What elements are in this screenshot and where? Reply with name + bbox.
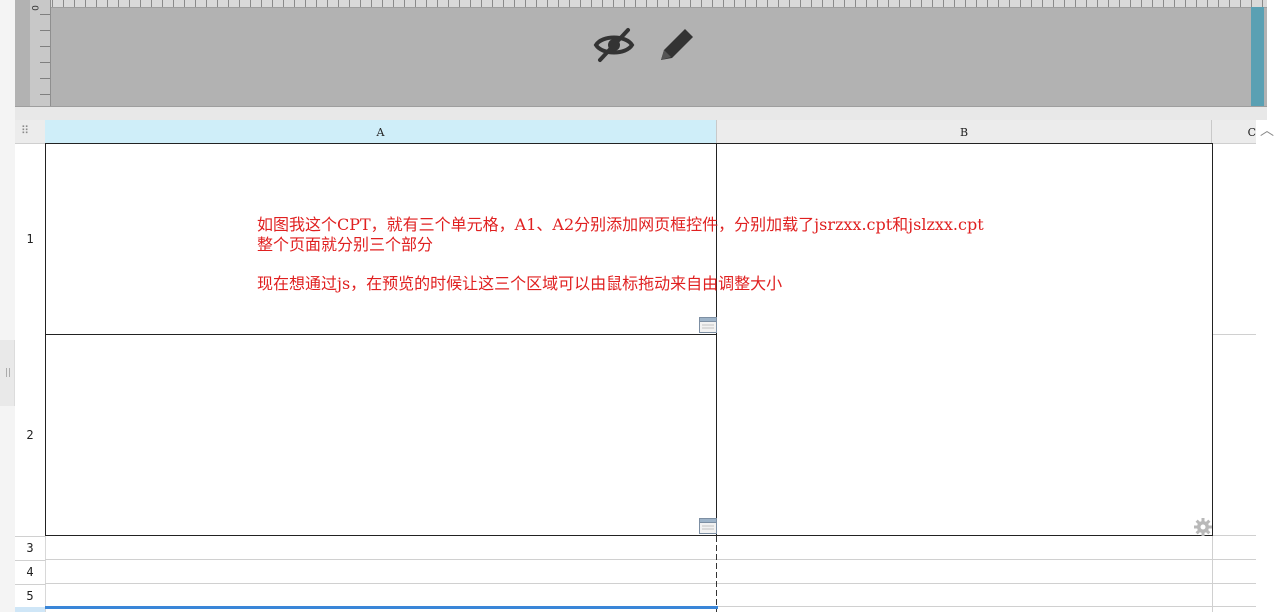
page-header-area [15,0,1267,107]
pencil-icon[interactable] [655,24,699,66]
eye-slash-icon[interactable] [592,24,636,66]
row-header-5[interactable]: 5 [15,584,46,607]
scroll-up-button[interactable]: ︿ [1256,121,1278,141]
column-header-a[interactable]: A [45,120,717,144]
selected-cell-a6[interactable] [45,606,718,612]
gear-icon[interactable] [1193,517,1213,537]
row-header-2[interactable]: 2 [15,335,46,535]
grid-dots-icon: ⠿ [21,124,29,137]
grid-line [1213,334,1256,335]
page-break-line [716,536,717,612]
ruler-zero-label: 0 [28,5,39,11]
row-header-4[interactable]: 4 [15,560,46,584]
annotation-line-1: 如图我这个CPT，就有三个单元格，A1、A2分别添加网页框控件，分别加载了jsr… [257,215,984,234]
grid-line [45,559,1256,560]
vertical-ruler [30,0,51,107]
annotation-line-3: 现在想通过js，在预览的时候让这三个区域可以由鼠标拖动来自由调整大小 [257,274,783,293]
left-strip [0,0,15,612]
sidebar-collapse-handle[interactable]: || [0,340,15,406]
column-header-c[interactable]: C [1212,120,1257,144]
header-scroll-marker[interactable] [1251,7,1264,107]
row-header-1[interactable]: 1 [15,144,46,334]
select-all-corner[interactable]: ⠿ [15,120,45,144]
row-header-3[interactable]: 3 [15,536,46,560]
grid-line [1212,536,1213,612]
column-header-b[interactable]: B [717,120,1212,144]
web-frame-widget-icon[interactable] [699,518,717,534]
grid-line [45,583,1256,584]
row-header-6[interactable] [15,607,46,612]
header-grid-gap [15,107,1267,120]
vertical-scrollbar[interactable] [1256,120,1282,612]
grid-line [1213,535,1256,536]
web-frame-widget-icon[interactable] [699,317,717,333]
handle-grip: || [5,368,12,378]
horizontal-ruler [30,0,1267,8]
cell-a2[interactable] [45,334,718,536]
cell-b1-merged[interactable] [716,143,1213,536]
annotation-line-2: 整个页面就分别三个部分 [257,235,434,254]
